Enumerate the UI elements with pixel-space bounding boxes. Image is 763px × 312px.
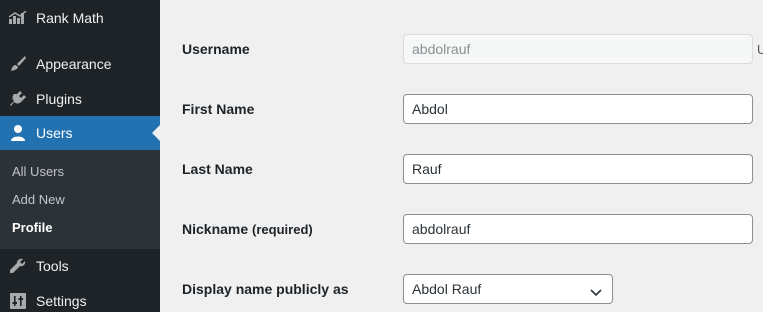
submenu-all-users[interactable]: All Users (12, 164, 64, 179)
menu-label: Settings (36, 293, 87, 309)
menu-item-rank-math[interactable]: Rank Math (0, 1, 160, 35)
first-name-input[interactable]: Abdol (403, 94, 753, 124)
admin-sidebar: Rank Math Appearance Plugins Users All U… (0, 0, 160, 312)
menu-item-tools[interactable]: Tools (0, 249, 160, 283)
menu-label: Tools (36, 258, 69, 274)
menu-item-plugins[interactable]: Plugins (0, 82, 160, 116)
nickname-input[interactable]: abdolrauf (403, 214, 753, 244)
settings-icon (9, 292, 27, 310)
user-icon (9, 124, 27, 142)
menu-item-appearance[interactable]: Appearance (0, 47, 160, 81)
plugin-icon (9, 90, 27, 108)
wrench-icon (9, 257, 27, 275)
menu-label: Users (36, 125, 73, 141)
submenu-profile[interactable]: Profile (12, 220, 52, 235)
menu-label: Appearance (36, 56, 112, 72)
username-label: Username (182, 41, 250, 57)
first-name-label: First Name (182, 101, 255, 117)
menu-label: Plugins (36, 91, 82, 107)
nickname-label: Nickname (required) (182, 221, 313, 237)
rank-math-icon (9, 9, 27, 27)
required-marker: (required) (252, 222, 313, 237)
last-name-input[interactable]: Rauf (403, 154, 753, 184)
profile-form: Username abdolrauf U First Name Abdol La… (160, 0, 763, 312)
menu-item-users[interactable]: Users (0, 116, 160, 150)
chevron-down-icon (590, 284, 602, 300)
display-name-select[interactable]: Abdol Rauf (403, 274, 613, 304)
menu-item-settings[interactable]: Settings (0, 284, 160, 312)
users-submenu: All Users Add New Profile (0, 150, 160, 249)
last-name-label: Last Name (182, 161, 253, 177)
submenu-add-new[interactable]: Add New (12, 192, 65, 207)
username-note: U (757, 42, 763, 57)
display-name-value: Abdol Rauf (412, 281, 482, 297)
display-name-label: Display name publicly as (182, 281, 349, 297)
menu-label: Rank Math (36, 10, 104, 26)
paintbrush-icon (9, 55, 27, 73)
username-field: abdolrauf (403, 34, 753, 64)
nickname-label-text: Nickname (182, 221, 249, 237)
